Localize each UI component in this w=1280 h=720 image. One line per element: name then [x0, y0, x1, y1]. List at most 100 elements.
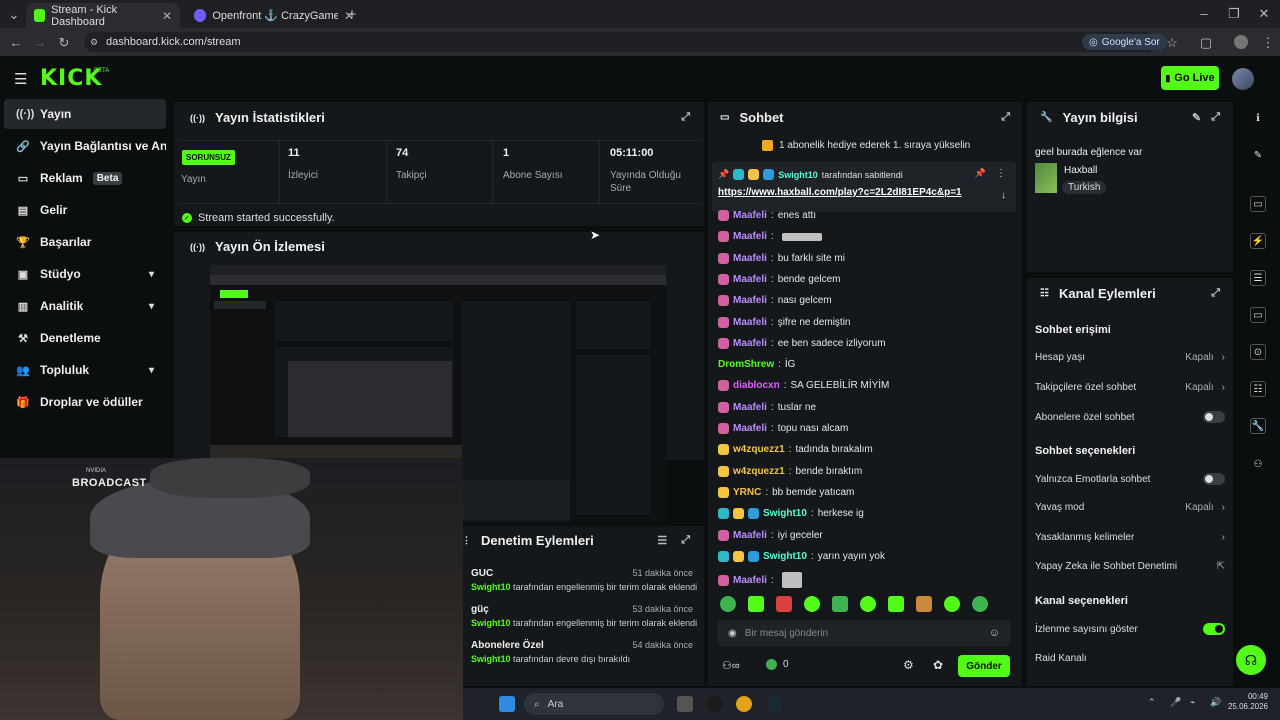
obs-icon[interactable] [707, 696, 723, 712]
pinned-link[interactable]: https://www.haxball.com/play?c=2L2dI81EP… [718, 187, 962, 198]
collapse-pin-icon[interactable]: ↓ [1001, 190, 1006, 201]
gift-sub-banner[interactable]: 1 abonelik hediye ederek 1. sıraya yükse… [762, 140, 970, 151]
expand-icon[interactable]: ⤢ [681, 111, 690, 124]
category-thumbnail[interactable] [1035, 163, 1057, 193]
taskbar-clock[interactable]: 00:49 25.06.2026 [1222, 692, 1268, 712]
new-tab-icon[interactable]: + [340, 6, 364, 23]
chat-settings-gear-icon[interactable]: ⚙ [903, 658, 914, 672]
windows-start-icon[interactable] [499, 696, 515, 712]
maximize-icon[interactable]: ❐ [1222, 6, 1246, 22]
chat-username[interactable]: Maafeli [733, 274, 767, 285]
unpin-icon[interactable]: 📌 [975, 168, 986, 179]
chat-username[interactable]: Maafeli [733, 402, 767, 413]
profile-icon[interactable] [1234, 35, 1248, 49]
sidebar-item-basarilar[interactable]: 🏆 Başarılar [4, 227, 166, 257]
sidebar-item-yayin[interactable]: ((·)) Yayın [4, 99, 166, 129]
chat-username[interactable]: Swight10 [763, 508, 807, 519]
chat-username[interactable]: Maafeli [733, 575, 767, 586]
show-viewers-toggle[interactable] [1203, 623, 1225, 635]
tray-mic-icon[interactable]: 🎤 [1170, 697, 1181, 708]
community-icon[interactable]: ⚇∞ [722, 659, 740, 672]
sidebar-item-droplar[interactable]: 🎁 Droplar ve ödüller [4, 387, 166, 417]
go-live-button[interactable]: ▮ Go Live [1161, 66, 1219, 90]
back-icon[interactable]: ← [4, 35, 28, 50]
emote-icon[interactable] [720, 596, 736, 612]
emote-icon[interactable] [944, 596, 960, 612]
quick-emote-icon[interactable]: ✿ [933, 658, 943, 672]
edit-pencil-icon[interactable]: ✎ [1192, 111, 1201, 124]
sidebar-item-reklam[interactable]: ▭ Reklam Beta [4, 163, 166, 193]
chat-message-input[interactable]: ◉ Bir mesaj gönderin ☺ [718, 620, 1010, 646]
expand-icon[interactable]: ⤢ [1001, 111, 1010, 124]
banned-words-row[interactable]: Yasaklanmış kelimeler › [1035, 532, 1225, 543]
mod-user[interactable]: Swight10 [471, 654, 511, 664]
emote-icon[interactable] [804, 596, 820, 612]
expand-icon[interactable]: ⤢ [1211, 287, 1220, 300]
emote-icon[interactable] [916, 596, 932, 612]
chat-username[interactable]: Maafeli [733, 253, 767, 264]
emote-icon[interactable] [748, 596, 764, 612]
send-button[interactable]: Gönder [958, 655, 1010, 677]
task-view-icon[interactable] [677, 696, 693, 712]
rail-broadcast-icon[interactable]: ⊙ [1250, 344, 1266, 360]
tab-openfront[interactable]: Openfront ⚓ CrazyGames'te o ✕ [186, 3, 362, 28]
pinned-username[interactable]: Swight10 [778, 170, 818, 180]
chat-username[interactable]: Maafeli [733, 210, 767, 221]
emoji-picker-icon[interactable]: ☺ [989, 627, 1000, 639]
chat-username[interactable]: Maafeli [733, 231, 767, 242]
emote-icon[interactable] [832, 596, 848, 612]
extensions-icon[interactable]: ▢ [1194, 35, 1218, 51]
chat-username[interactable]: Maafeli [733, 530, 767, 541]
browser-menu-icon[interactable]: ⋮ [1256, 35, 1280, 51]
category-name[interactable]: Haxball [1064, 165, 1097, 176]
mod-user[interactable]: Swight10 [471, 582, 511, 592]
sidebar-item-topluluk[interactable]: 👥 Topluluk ▾ [4, 355, 166, 385]
minimize-icon[interactable]: – [1192, 6, 1216, 21]
bookmark-star-icon[interactable]: ☆ [1160, 35, 1184, 51]
edit-pencil-icon[interactable]: ✎ [1250, 147, 1266, 163]
subs-chat-toggle[interactable] [1203, 411, 1225, 423]
chat-username[interactable]: w4zquezz1 [733, 466, 785, 477]
chat-username[interactable]: Maafeli [733, 338, 767, 349]
tray-chevron-up-icon[interactable]: ⌃ [1148, 697, 1156, 708]
support-headset-icon[interactable]: ☊ [1236, 645, 1266, 675]
sidebar-item-stream-key[interactable]: 🔗 Yayın Bağlantısı ve Anahtarı [4, 131, 166, 161]
account-age-row[interactable]: Hesap yaşı Kapalı › [1035, 352, 1225, 363]
tray-network-icon[interactable]: ⌁ [1190, 697, 1195, 708]
steam-icon[interactable] [766, 696, 782, 712]
chat-username[interactable]: DromShrew [718, 359, 774, 370]
site-info-icon[interactable]: ⚙ [90, 37, 98, 48]
url-input[interactable]: dashboard.kick.com/stream [84, 32, 1156, 52]
chat-username[interactable]: Maafeli [733, 423, 767, 434]
emote-only-toggle[interactable] [1203, 473, 1225, 485]
pinned-message[interactable]: 📌 Swight10 tarafından sabitlendi https:/… [712, 162, 1016, 212]
emote-icon[interactable] [972, 596, 988, 612]
sidebar-item-studyo[interactable]: ▣ Stüdyo ▾ [4, 259, 166, 289]
pinned-more-icon[interactable]: ⋮ [996, 168, 1006, 179]
google-ask-button[interactable]: ◎ Google'a Sor [1082, 34, 1167, 50]
sidebar-item-gelir[interactable]: ▤ Gelir [4, 195, 166, 225]
tray-volume-icon[interactable]: 🔊 [1210, 697, 1221, 708]
rail-actions-icon[interactable]: ☷ [1250, 381, 1266, 397]
sidebar-item-denetleme[interactable]: ⚒ Denetleme [4, 323, 166, 353]
close-tab-icon[interactable]: ✕ [162, 9, 172, 23]
chat-username[interactable]: Swight10 [763, 551, 807, 562]
tab-kick-dashboard[interactable]: Stream - Kick Dashboard ✕ [26, 3, 180, 28]
expand-icon[interactable]: ⤢ [681, 534, 690, 547]
raid-channel-row[interactable]: Raid Kanalı [1035, 653, 1225, 664]
slow-mode-row[interactable]: Yavaş mod Kapalı › [1035, 502, 1225, 513]
drag-handle-icon[interactable]: ⋮ [462, 535, 471, 546]
chat-username[interactable]: Maafeli [733, 295, 767, 306]
rail-flash-icon[interactable]: ⚡ [1250, 233, 1266, 249]
rail-chat-icon[interactable]: ▭ [1250, 307, 1266, 323]
reload-icon[interactable]: ↻ [52, 35, 76, 51]
forward-icon[interactable]: → [28, 35, 52, 50]
chat-username[interactable]: YRNC [733, 487, 761, 498]
hamburger-menu-icon[interactable]: ☰ [14, 70, 27, 88]
mod-user[interactable]: Swight10 [471, 618, 511, 628]
filter-icon[interactable]: ☰ [657, 534, 667, 547]
followers-chat-row[interactable]: Takipçilere özel sohbet Kapalı › [1035, 382, 1225, 393]
tab-search-icon[interactable]: ⌄ [2, 7, 26, 23]
emote-icon[interactable] [888, 596, 904, 612]
emote-icon[interactable] [860, 596, 876, 612]
